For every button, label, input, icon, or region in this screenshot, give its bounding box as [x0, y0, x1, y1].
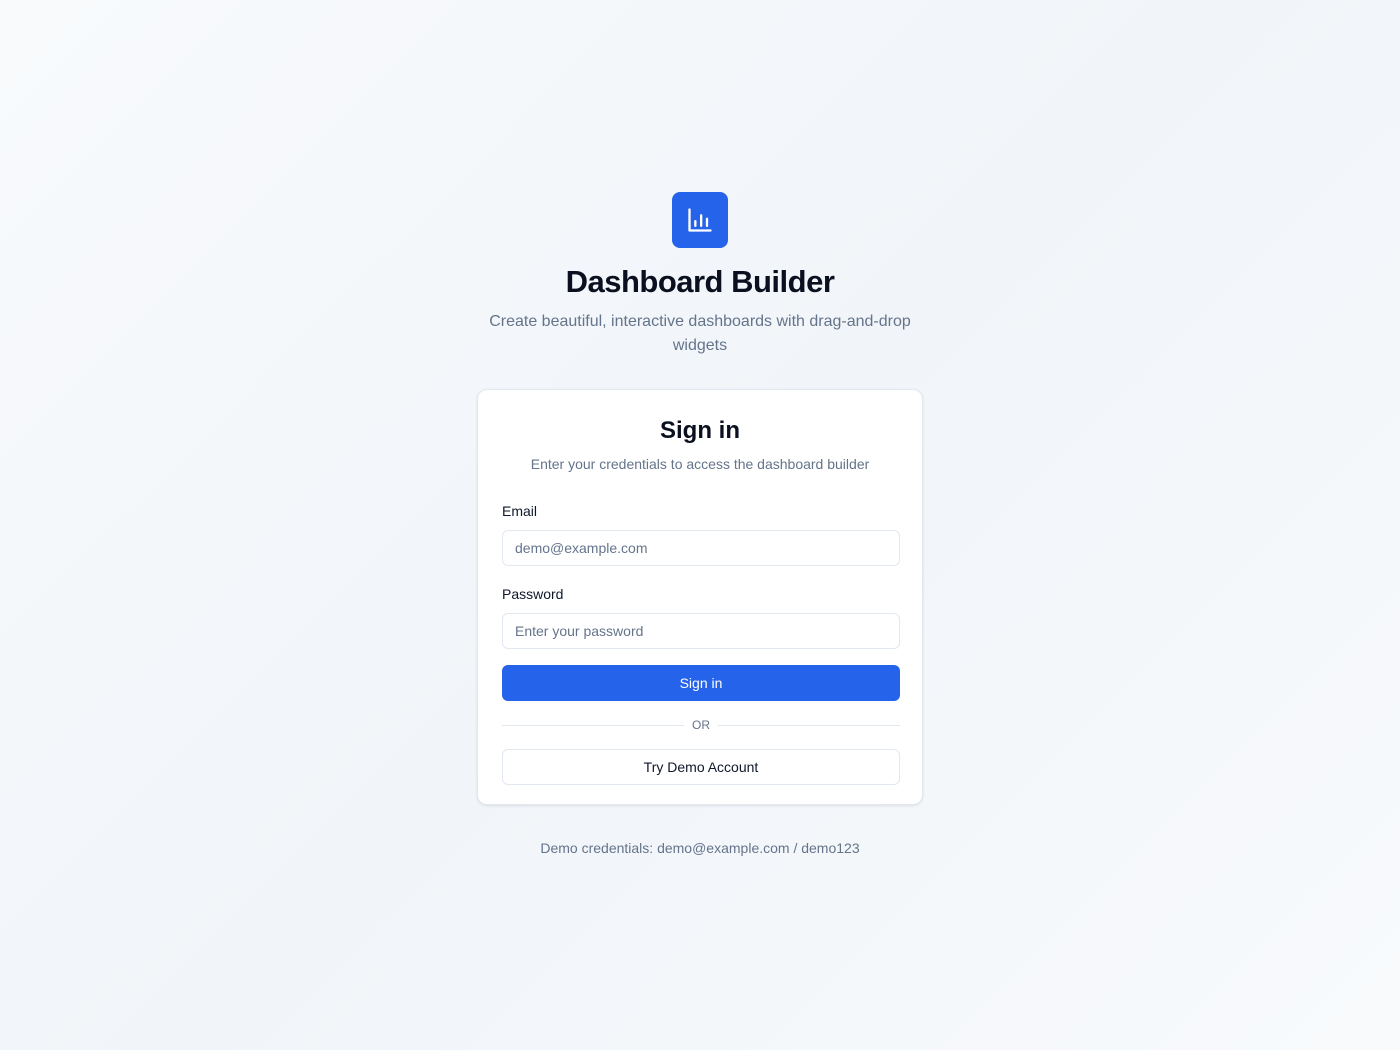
app-subtitle: Create beautiful, interactive dashboards… [489, 313, 911, 354]
password-field[interactable] [502, 613, 900, 649]
signin-card: Sign in Enter your credentials to access… [477, 389, 923, 805]
try-demo-button[interactable]: Try Demo Account [502, 749, 900, 785]
bar-chart-icon [688, 208, 712, 232]
email-field[interactable] [502, 530, 900, 566]
demo-credentials-note: Demo credentials: demo@example.com / dem… [540, 840, 860, 856]
card-title: Sign in [660, 417, 740, 444]
password-label: Password [502, 586, 564, 602]
card-description: Enter your credentials to access the das… [530, 456, 870, 472]
divider-line-right [718, 724, 900, 726]
email-label: Email [502, 503, 538, 519]
divider-line-left [502, 724, 684, 726]
app-title: Dashboard Builder [565, 264, 835, 299]
app-logo [672, 192, 728, 248]
login-page: Dashboard Builder Create beautiful, inte… [0, 0, 1400, 1050]
divider-label: Or [692, 718, 710, 732]
signin-button[interactable]: Sign in [502, 665, 900, 701]
brand-header: Dashboard Builder Create beautiful, inte… [0, 192, 1400, 358]
or-divider: Or [502, 717, 900, 733]
